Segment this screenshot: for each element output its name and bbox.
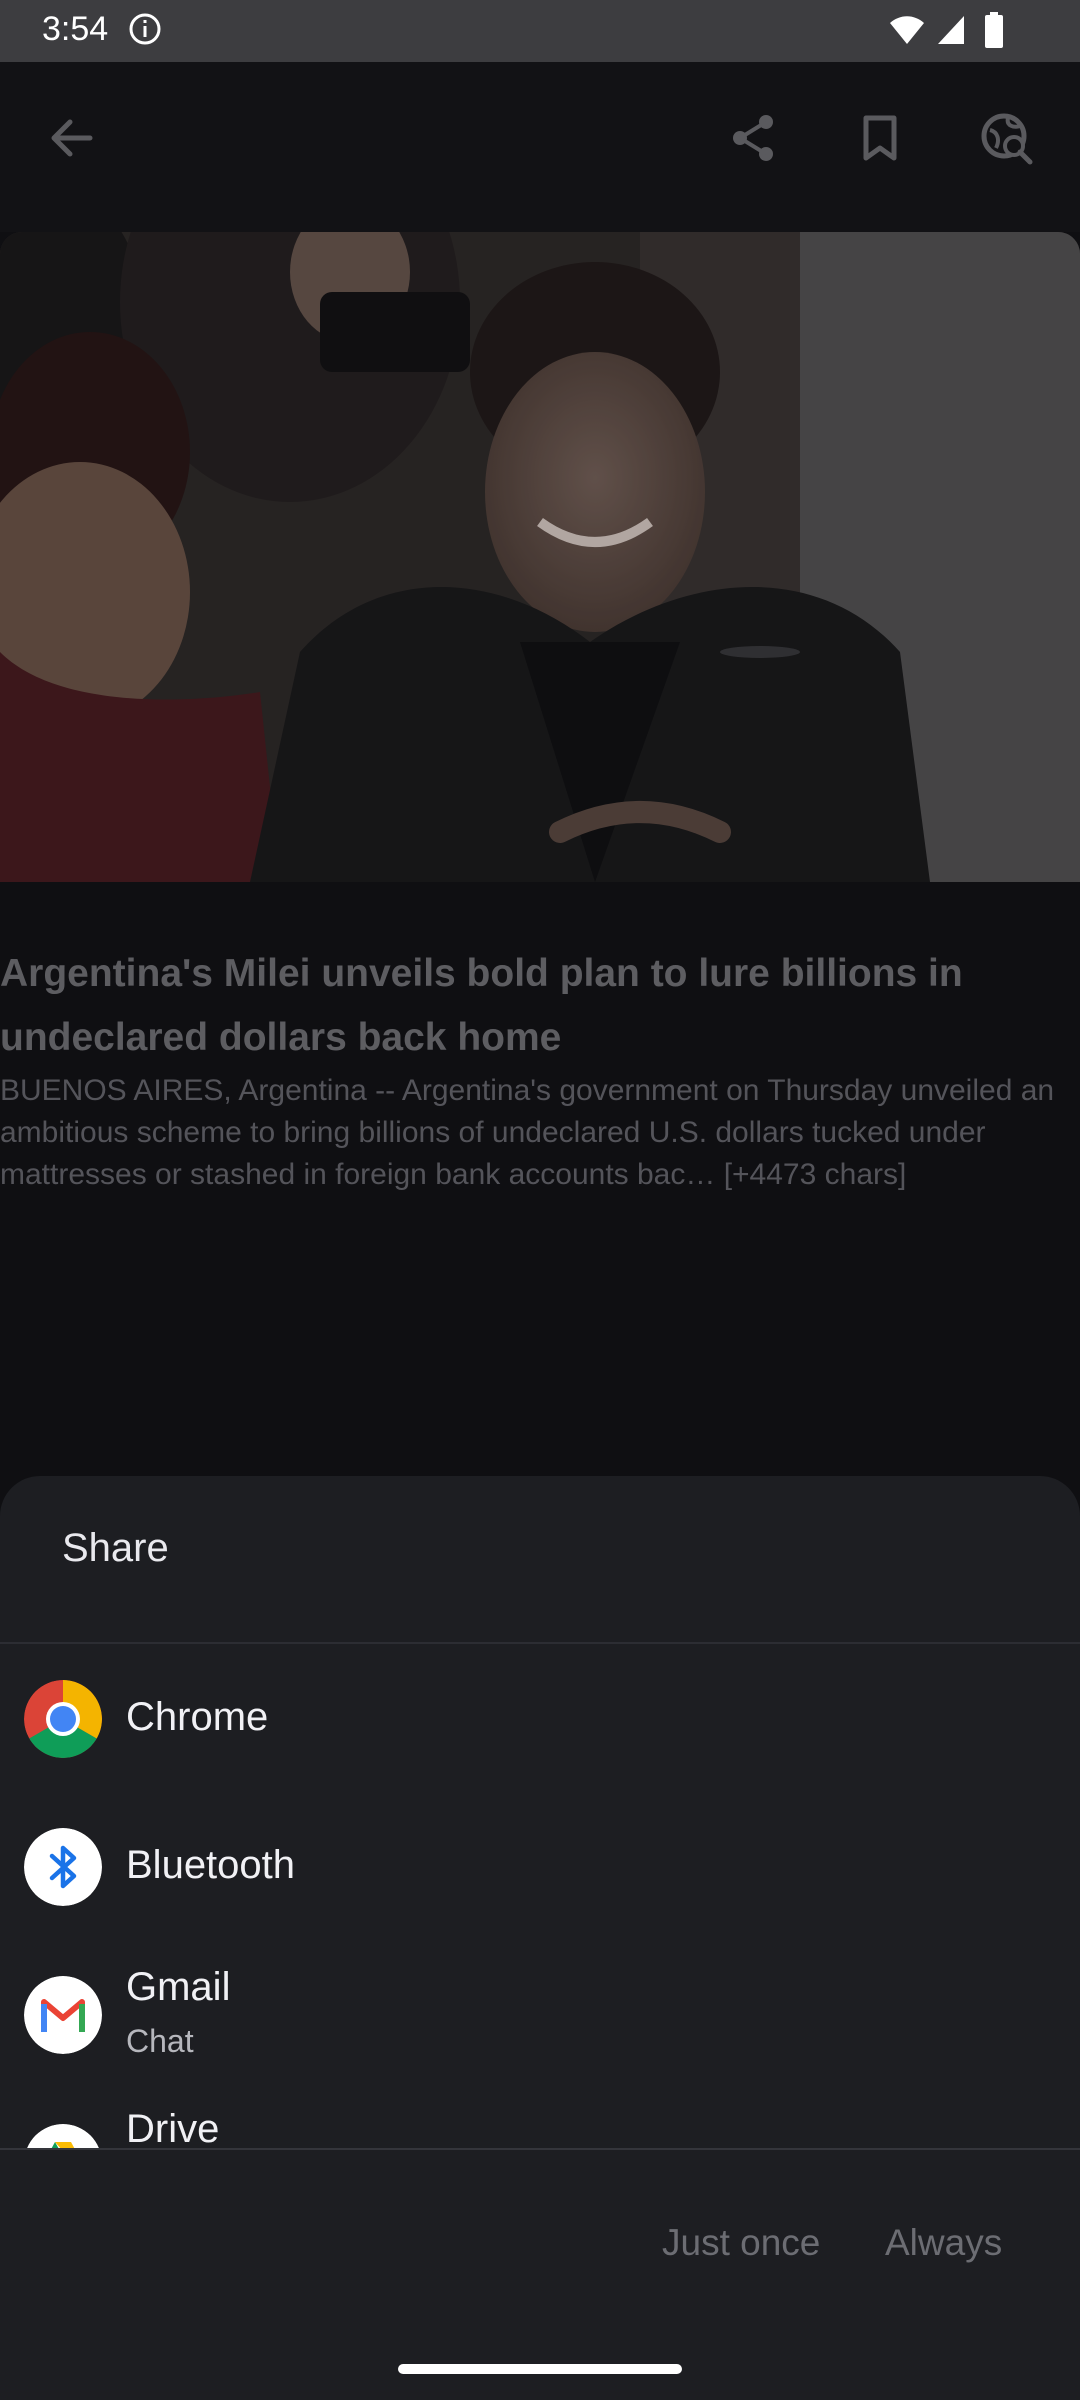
share-target-sublabel: Chat [126, 2023, 194, 2059]
bookmark-icon[interactable] [852, 110, 908, 166]
article-title[interactable]: Argentina's Milei unveils bold plan to l… [0, 942, 1060, 1070]
always-button[interactable]: Always [885, 2222, 1002, 2264]
app-bar [0, 62, 1080, 232]
divider [0, 1642, 1080, 1644]
share-target-drive[interactable]: Drive [0, 2089, 1080, 2149]
share-sheet-title: Share [62, 1526, 169, 1570]
share-target-chrome[interactable]: Chrome [0, 1645, 1080, 1793]
share-target-label: Chrome [126, 1695, 269, 1739]
divider [0, 2148, 1080, 2150]
gmail-icon [24, 1976, 102, 2054]
battery-icon [985, 12, 1003, 48]
bluetooth-icon [24, 1828, 102, 1906]
share-icon[interactable] [726, 110, 782, 166]
signal-icon [938, 16, 964, 44]
share-target-bluetooth[interactable]: Bluetooth [0, 1793, 1080, 1941]
back-arrow-icon[interactable] [44, 110, 100, 166]
share-target-label: Bluetooth [126, 1843, 296, 1887]
travel-explore-icon[interactable] [978, 110, 1034, 166]
share-target-gmail[interactable]: Gmail Chat [0, 1941, 1080, 2089]
just-once-button[interactable]: Just once [662, 2222, 820, 2264]
info-icon [129, 13, 161, 45]
home-indicator[interactable] [398, 2364, 682, 2374]
share-target-label: Gmail [126, 1965, 231, 2009]
wifi-icon [890, 16, 924, 44]
status-bar: 3:54 [0, 0, 1080, 62]
status-time: 3:54 [42, 10, 109, 48]
share-target-label: Drive [126, 2107, 220, 2149]
drive-icon [26, 2124, 100, 2149]
article-hero-image[interactable] [0, 232, 1080, 882]
chrome-icon [24, 1680, 102, 1758]
article-summary: BUENOS AIRES, Argentina -- Argentina's g… [0, 1074, 1055, 1191]
share-target-list[interactable]: Chrome Bluetooth Gmail Chat Drive [0, 1645, 1080, 2149]
